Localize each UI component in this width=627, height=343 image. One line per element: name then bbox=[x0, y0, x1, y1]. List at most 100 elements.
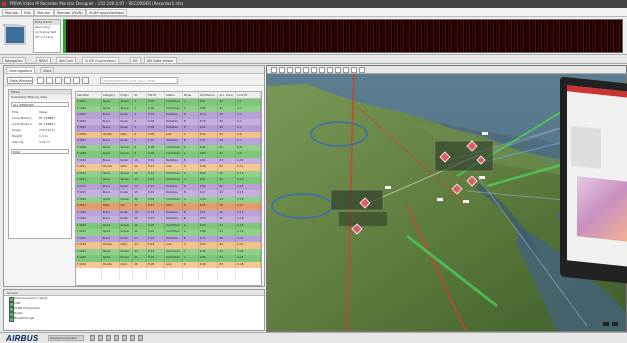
clear-button[interactable] bbox=[82, 77, 89, 84]
doc-tab-de[interactable]: DE bbox=[130, 57, 141, 64]
map-label-box bbox=[463, 200, 469, 203]
filter-value: 3.32 m bbox=[39, 140, 50, 144]
menu-tab-0[interactable]: Monitor bbox=[2, 9, 22, 16]
column-header[interactable]: Mode bbox=[183, 92, 199, 98]
table-cell bbox=[147, 274, 166, 281]
status-field: Ready/Completed bbox=[48, 335, 84, 341]
column-header[interactable]: Acc. Zone bbox=[218, 92, 237, 98]
table-cell bbox=[236, 274, 261, 281]
compass-icon bbox=[603, 322, 609, 326]
column-header[interactable]: Identifier bbox=[76, 92, 102, 98]
column-header[interactable]: ID bbox=[133, 92, 148, 98]
table-cell bbox=[102, 274, 120, 281]
refresh-button[interactable] bbox=[46, 77, 53, 84]
laptop-panel bbox=[571, 125, 601, 169]
laptop-overlay bbox=[560, 76, 627, 284]
groups-panel: Groups Airborne search result LOB SLMR E… bbox=[3, 289, 265, 331]
filter-label: Velocity bbox=[12, 140, 24, 144]
recording-list: Data Name Recording Archiving/ Ref CH 1-… bbox=[33, 19, 61, 53]
map-3d-icon[interactable] bbox=[319, 67, 325, 73]
laptop-screen bbox=[567, 85, 627, 268]
table-cell bbox=[120, 274, 134, 281]
search-input[interactable]: SEARCHSERVICE_AIDS_SALC_DSSD bbox=[100, 77, 178, 84]
app-icon bbox=[2, 2, 6, 6]
map-layers-icon[interactable] bbox=[303, 67, 309, 73]
tab-interrogations[interactable]: Interrogations bbox=[6, 67, 36, 74]
table-cell bbox=[133, 274, 148, 281]
table-cell bbox=[183, 274, 199, 281]
map-label-box bbox=[385, 186, 391, 189]
table-cell bbox=[76, 274, 102, 281]
map-settings-icon[interactable] bbox=[327, 67, 333, 73]
settings-button[interactable] bbox=[73, 77, 80, 84]
timeline-cursor[interactable] bbox=[63, 19, 66, 53]
map-measure-icon[interactable] bbox=[311, 67, 317, 73]
map-pan-icon[interactable] bbox=[279, 67, 285, 73]
filters-panel: Filters Selectable filtering data ALL SE… bbox=[8, 89, 72, 239]
map-help-icon[interactable] bbox=[359, 67, 365, 73]
table-header: Identifier Category Origin ID Est ID Status Mo… bbox=[76, 92, 261, 99]
column-header[interactable]: Conf ID bbox=[236, 92, 261, 98]
filter-button[interactable] bbox=[37, 77, 44, 84]
column-header[interactable]: Category bbox=[102, 92, 120, 98]
table-cell bbox=[199, 274, 219, 281]
track-table: Identifier Category Origin ID Est ID Status Mo… bbox=[75, 91, 262, 286]
monitor-icon[interactable] bbox=[4, 25, 26, 45]
document-tabs: Navigation BRKS Aim Link SLMR (Explorati… bbox=[0, 56, 627, 64]
doc-tab-aim-link[interactable]: Aim Link bbox=[56, 57, 77, 64]
menu-tabs: Monitor Edit Monitor Monitor (RAW) SLMR … bbox=[0, 8, 627, 17]
map-zoom-in-icon[interactable] bbox=[287, 67, 293, 73]
panel-tabs: Interrogations Stats bbox=[4, 66, 264, 74]
map-camera-icon[interactable] bbox=[351, 67, 357, 73]
status-icon[interactable] bbox=[138, 335, 143, 341]
title-bar: PRIVA Video IP Recorder Monitor Designer… bbox=[0, 0, 627, 8]
status-icon[interactable] bbox=[106, 335, 111, 341]
status-icon[interactable] bbox=[130, 335, 135, 341]
column-header[interactable]: Origin bbox=[120, 92, 134, 98]
map-export-icon[interactable] bbox=[335, 67, 341, 73]
recording-list-item[interactable]: CH 1-3 (1/1) bbox=[34, 35, 60, 40]
recording-timeline[interactable] bbox=[63, 19, 623, 53]
column-header[interactable]: Est ID bbox=[147, 92, 166, 98]
status-icon[interactable] bbox=[122, 335, 127, 341]
table-cell bbox=[165, 274, 183, 281]
map-label-box bbox=[482, 132, 488, 135]
doc-tab-slmr[interactable]: SLMR (Exploration) bbox=[82, 57, 120, 64]
table-row[interactable] bbox=[76, 274, 261, 281]
total-filter[interactable]: Total bbox=[11, 149, 69, 154]
filter-row: Velocity 3.32 m bbox=[9, 139, 71, 145]
doc-tab-ais[interactable]: AIS Data Viewer bbox=[144, 57, 177, 64]
status-bar: AIRBUS Ready/Completed bbox=[0, 332, 627, 343]
export-button[interactable] bbox=[55, 77, 62, 84]
laptop-map bbox=[577, 176, 627, 242]
status-icon[interactable] bbox=[114, 335, 119, 341]
map-grid-icon[interactable] bbox=[343, 67, 349, 73]
map-select-icon[interactable] bbox=[271, 67, 277, 73]
column-header[interactable]: Confidence bbox=[199, 92, 219, 98]
scale-icon bbox=[612, 322, 618, 326]
tab-stats[interactable]: Stats bbox=[40, 67, 55, 74]
doc-tab-navigation[interactable]: Navigation bbox=[2, 57, 26, 64]
menu-tab-1[interactable]: Edit bbox=[21, 9, 34, 16]
panel-toolbar: Data Window SEARCHSERVICE_AIDS_SALC_DSSD bbox=[4, 75, 264, 86]
data-window-select[interactable]: Data Window bbox=[7, 77, 33, 84]
menu-tab-4[interactable]: SLMR aspectedatos bbox=[86, 9, 128, 16]
doc-tab-brks[interactable]: BRKS bbox=[36, 57, 51, 64]
laptop-header-bar bbox=[567, 85, 627, 99]
filters-subtitle: Selectable filtering data bbox=[9, 95, 71, 100]
map-zoom-out-icon[interactable] bbox=[295, 67, 301, 73]
airbus-logo: AIRBUS bbox=[6, 334, 39, 343]
map-toolbar bbox=[267, 66, 626, 74]
status-icon[interactable] bbox=[98, 335, 103, 341]
interrogations-panel: Interrogations Stats Data Window SEARCHS… bbox=[3, 65, 265, 287]
menu-tab-3[interactable]: Monitor (RAW) bbox=[54, 9, 86, 16]
group-item[interactable]: Breakthrough bbox=[4, 316, 264, 322]
status-icon[interactable] bbox=[90, 335, 95, 341]
columns-button[interactable] bbox=[64, 77, 71, 84]
menu-tab-2[interactable]: Monitor bbox=[34, 9, 54, 16]
map-label-box bbox=[479, 176, 485, 179]
sensor-filter-select[interactable]: ALL SENSORS bbox=[11, 102, 69, 107]
map-label-box bbox=[437, 198, 443, 201]
column-header[interactable]: Status bbox=[165, 92, 183, 98]
window-title: PRIVA Video IP Recorder Monitor Designer… bbox=[10, 1, 184, 6]
